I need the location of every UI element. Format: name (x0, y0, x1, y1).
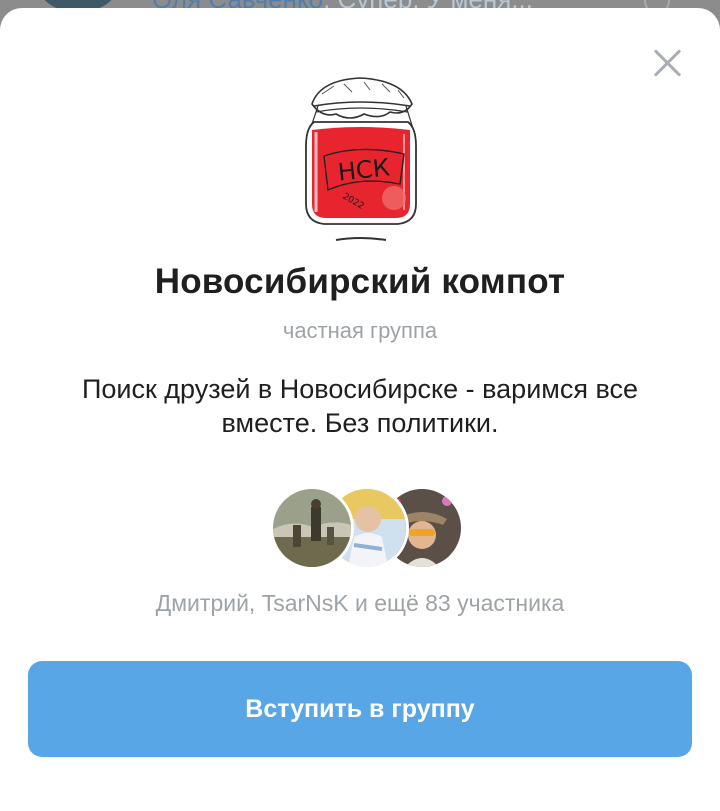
group-type-label: частная группа (282, 318, 438, 343)
member-avatar-1 (270, 486, 354, 570)
close-icon[interactable] (650, 45, 686, 81)
member-avatars (270, 486, 464, 572)
join-group-sheet: НСК 2022 Новосибирский компот частная гр… (0, 8, 720, 811)
group-avatar-jam-jar-icon: НСК 2022 (305, 77, 417, 241)
members-summary: Дмитрий, TsarNsK и ещё 83 участника (155, 590, 565, 616)
join-group-button[interactable]: Вступить в группу (28, 661, 692, 757)
group-title: Новосибирский компот (154, 262, 566, 301)
group-description: Поиск друзей в Новосибирске - варимся вс… (81, 374, 639, 438)
group-avatar-label-text: НСК (337, 153, 391, 186)
